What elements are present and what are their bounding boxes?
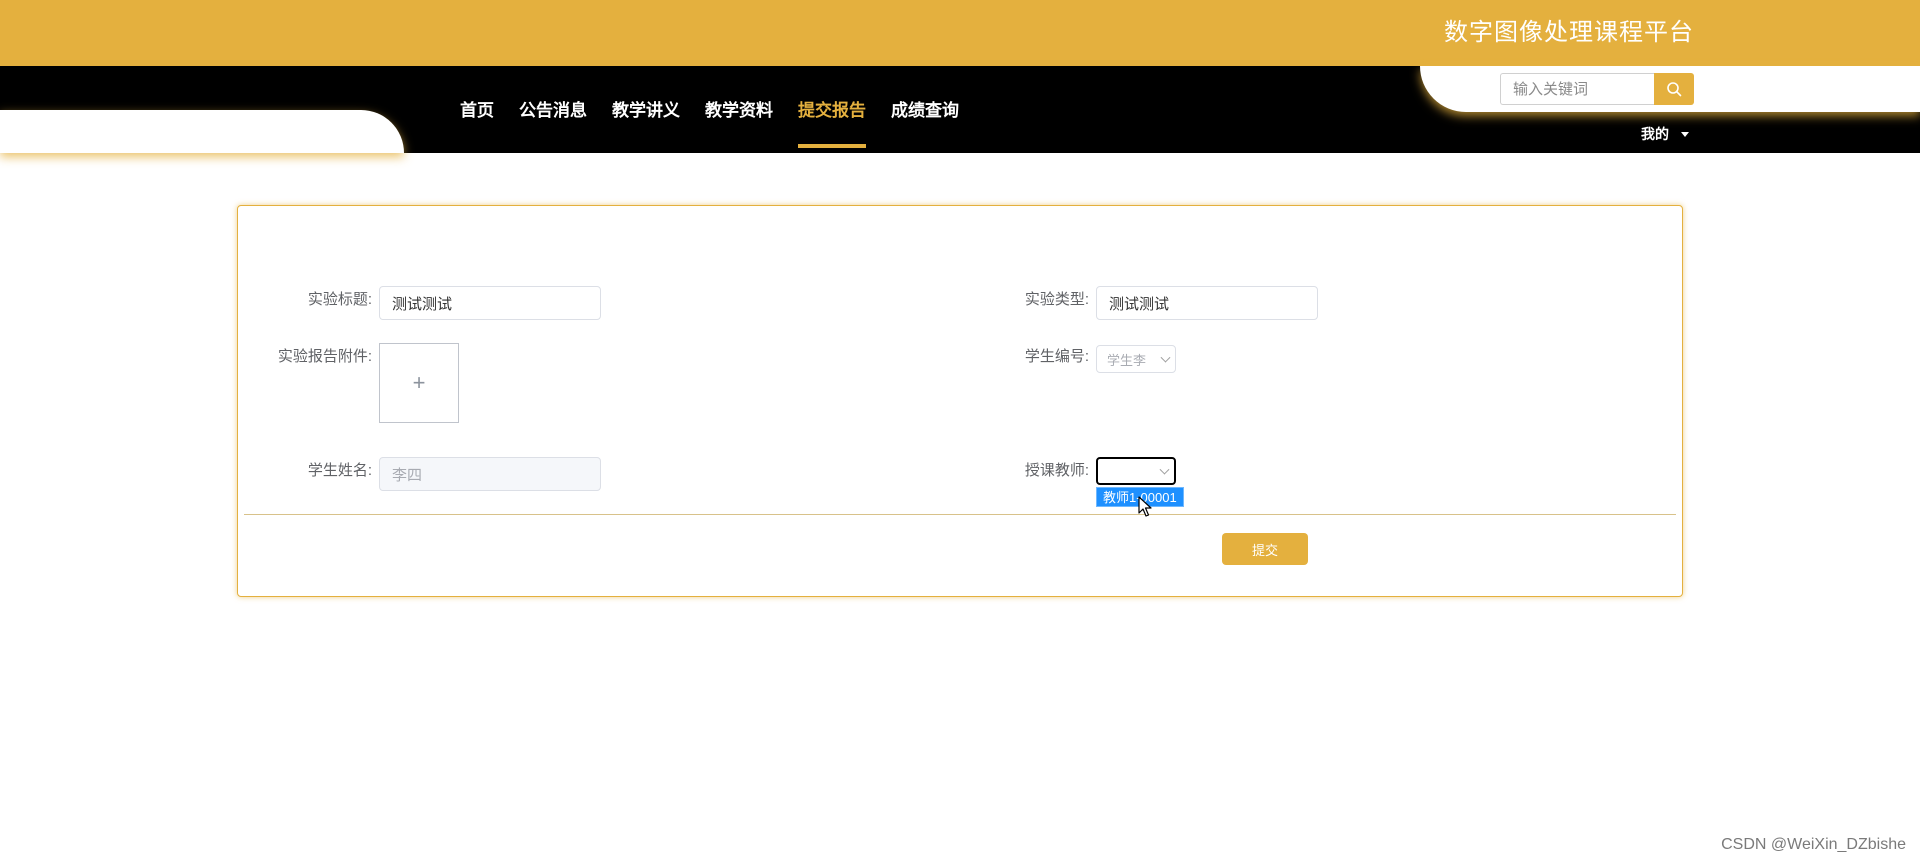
user-menu[interactable]: 我的	[1641, 124, 1689, 144]
search-input[interactable]	[1500, 73, 1654, 105]
student-name-input: 李四	[379, 457, 601, 491]
site-title: 数字图像处理课程平台	[1444, 19, 1694, 46]
nav-item-teaching-materials[interactable]: 教学资料	[705, 100, 773, 148]
nav-item-grade-query[interactable]: 成绩查询	[891, 100, 959, 148]
nav-item-home[interactable]: 首页	[460, 100, 494, 148]
plus-icon: +	[412, 370, 426, 395]
main-nav: 首页 公告消息 教学讲义 教学资料 提交报告 成绩查询	[460, 100, 984, 148]
watermark-text: CSDN @WeiXin_DZbishe	[1721, 836, 1906, 853]
form-divider	[244, 514, 1676, 515]
mouse-cursor-icon	[1138, 496, 1152, 517]
caret-down-icon	[1681, 131, 1689, 137]
report-form-card: 实验标题: 测试测试 实验类型: 测试测试 实验报告附件: + 学生编号: 学生…	[237, 205, 1683, 597]
student-id-select[interactable]: 学生李	[1096, 345, 1176, 373]
experiment-type-input[interactable]: 测试测试	[1096, 286, 1318, 320]
chevron-down-icon	[1160, 352, 1171, 363]
teacher-select[interactable]	[1096, 457, 1176, 485]
experiment-title-input[interactable]: 测试测试	[379, 286, 601, 320]
chevron-down-icon	[1159, 464, 1170, 475]
experiment-title-label: 实验标题:	[307, 291, 372, 308]
submit-button[interactable]: 提交	[1222, 533, 1308, 565]
top-banner: 数字图像处理课程平台	[0, 0, 1920, 66]
nav-item-announcements[interactable]: 公告消息	[519, 100, 587, 148]
nav-item-lecture-notes[interactable]: 教学讲义	[612, 100, 680, 148]
student-id-label: 学生编号:	[1024, 348, 1089, 365]
search-icon	[1667, 82, 1682, 97]
teacher-label: 授课教师:	[1024, 462, 1089, 479]
search-button[interactable]	[1654, 73, 1694, 105]
nav-item-submit-report[interactable]: 提交报告	[798, 100, 866, 148]
student-id-value: 学生李	[1107, 352, 1147, 368]
experiment-type-label: 实验类型:	[1024, 291, 1089, 308]
student-name-label: 学生姓名:	[307, 462, 372, 479]
user-menu-label: 我的	[1641, 126, 1669, 142]
left-decorative-tab	[0, 110, 404, 153]
attachment-upload-button[interactable]: +	[379, 343, 459, 423]
attachment-label: 实验报告附件:	[277, 348, 372, 365]
